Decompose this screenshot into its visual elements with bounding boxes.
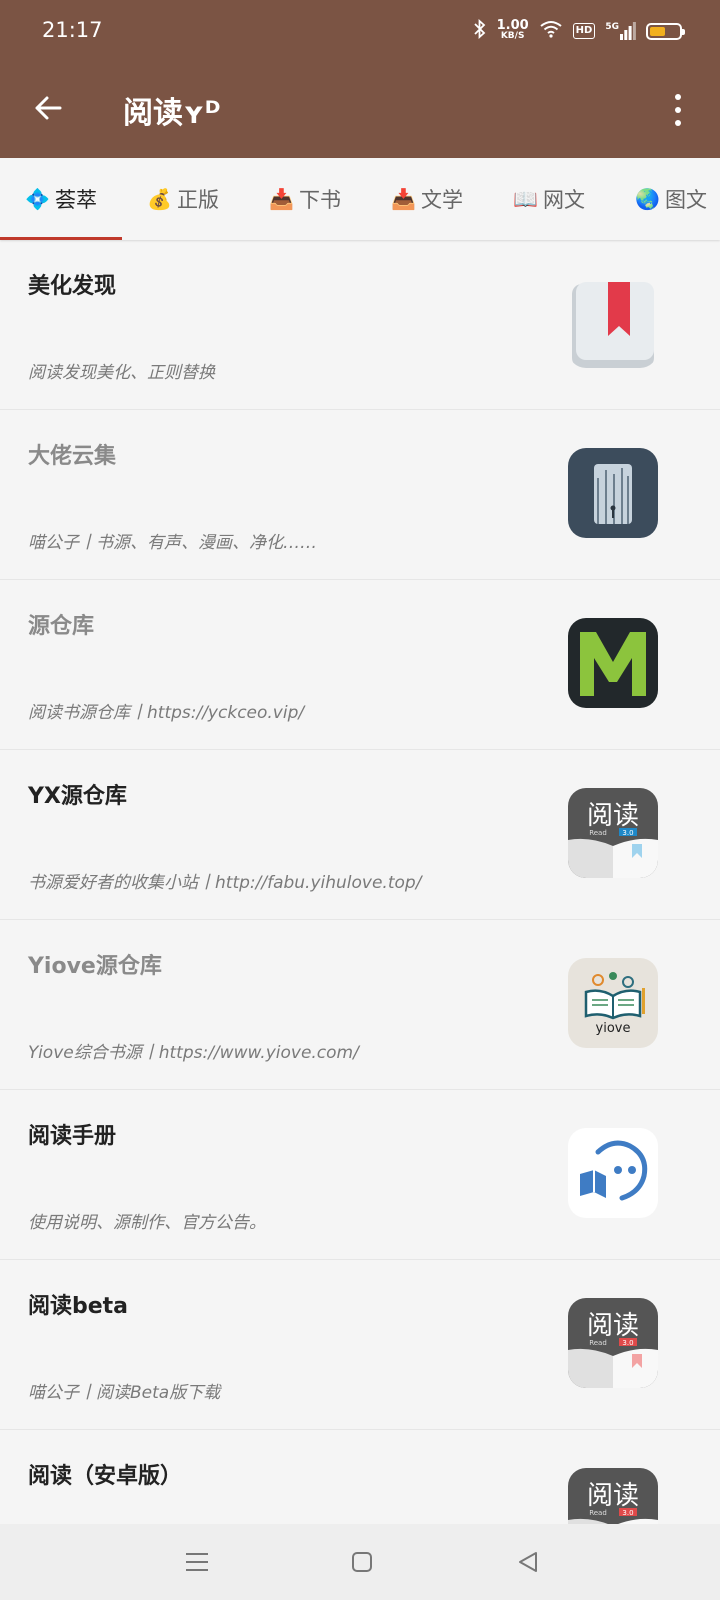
status-bar: 21:17 1.00 KB/S HD 5G <box>0 0 720 62</box>
inbox-tray-icon: 📥 <box>269 187 294 211</box>
bookmark-book-icon <box>568 278 658 368</box>
read-logo-text: 阅读 <box>587 1311 639 1341</box>
read-app-icon: 阅读 Read 3.0 <box>568 788 658 878</box>
read-logo-version: 3.0 <box>622 1339 633 1347</box>
category-tabs: 💠 荟萃 💰 正版 📥 下书 📥 文学 📖 网文 🌏 图文 <box>0 158 720 240</box>
list-item[interactable]: 大佬云集喵公子丨书源、有声、漫画、净化…… <box>0 410 720 580</box>
tab-label: 网文 <box>543 188 585 212</box>
list-item[interactable]: YX源仓库书源爱好者的收集小站丨http://fabu.yihulove.top… <box>0 750 720 920</box>
money-bag-icon: 💰 <box>147 187 172 211</box>
read-logo-sub: Read <box>589 829 607 837</box>
item-title: 阅读（安卓版） <box>28 1464 183 1489</box>
app-bar: 21:17 1.00 KB/S HD 5G 阅读ʏᴰ <box>0 0 720 158</box>
wifi-icon <box>539 20 563 42</box>
inbox-tray-icon: 📥 <box>391 187 416 211</box>
list-item[interactable]: 阅读beta 喵公子丨阅读Beta版下载 阅读 Read 3.0 <box>0 1260 720 1430</box>
read-app-icon: 阅读 Read 3.0 <box>568 1298 658 1388</box>
list-item[interactable]: Yiove源仓库 Yiove综合书源丨https://www.yiove.com/… <box>0 920 720 1090</box>
tab-label: 下书 <box>299 188 341 212</box>
item-title: 阅读手册 <box>28 1124 117 1149</box>
network-speed-unit: KB/S <box>500 31 525 41</box>
tab-label: 图文 <box>665 188 707 212</box>
tab-label: 文学 <box>421 188 463 212</box>
item-description: 喵公子丨阅读Beta版下载 <box>28 1383 221 1403</box>
menu-lines-icon <box>186 1553 208 1571</box>
read-logo-sub: Read <box>589 1509 607 1517</box>
yiove-logo-text: yiove <box>596 1021 631 1036</box>
tab-label: 正版 <box>177 188 219 212</box>
network-speed-value: 1.00 <box>496 18 529 33</box>
network-speed: 1.00 KB/S <box>496 18 529 42</box>
green-m-logo-icon <box>568 618 658 708</box>
bluetooth-icon <box>473 18 487 43</box>
square-icon <box>352 1552 372 1572</box>
more-vert-icon <box>675 93 681 100</box>
title-bar: 阅读ʏᴰ <box>0 62 720 158</box>
battery-icon <box>646 22 685 40</box>
globe-icon: 🌏 <box>635 187 660 211</box>
item-title: YX源仓库 <box>28 784 127 809</box>
hd-badge: HD <box>572 23 596 39</box>
status-time: 21:17 <box>42 18 103 42</box>
page-title: 阅读ʏᴰ <box>123 96 221 131</box>
item-description: 使用说明、源制作、官方公告。 <box>28 1213 266 1233</box>
read-logo-version: 3.0 <box>622 829 633 837</box>
battery-level <box>650 26 665 36</box>
back-button[interactable] <box>28 88 68 128</box>
item-title: 大佬云集 <box>28 444 117 469</box>
tab-1[interactable]: 💰 正版 <box>122 158 244 240</box>
tab-5[interactable]: 🌏 图文 <box>610 158 720 240</box>
item-description: Yiove综合书源丨https://www.yiove.com/ <box>28 1043 359 1063</box>
list-item[interactable]: 阅读手册使用说明、源制作、官方公告。 <box>0 1090 720 1260</box>
yiove-logo-icon: yiove <box>568 958 658 1048</box>
signal-icon: 5G <box>605 22 636 40</box>
chat-book-icon <box>568 1128 658 1218</box>
triangle-back-icon <box>519 1552 537 1572</box>
tab-2[interactable]: 📥 下书 <box>244 158 366 240</box>
item-title: 阅读beta <box>28 1294 129 1319</box>
tab-3[interactable]: 📥 文学 <box>366 158 488 240</box>
more-options-button[interactable] <box>666 90 690 130</box>
back-nav-button[interactable] <box>510 1544 546 1580</box>
list-item[interactable]: 美化发现阅读发现美化、正则替换 <box>0 240 720 410</box>
status-icons: 1.00 KB/S HD 5G <box>473 14 685 48</box>
arrow-left-icon <box>35 96 62 120</box>
item-title: 美化发现 <box>28 274 117 299</box>
item-description: 书源爱好者的收集小站丨http://fabu.yihulove.top/ <box>28 873 422 893</box>
read-logo-version: 3.0 <box>622 1509 633 1517</box>
tab-label: 荟萃 <box>55 188 97 212</box>
read-logo-text: 阅读 <box>587 801 639 831</box>
list-item[interactable]: 源仓库阅读书源仓库丨https://yckceo.vip/ <box>0 580 720 750</box>
item-description: 喵公子丨书源、有声、漫画、净化…… <box>28 533 317 553</box>
read-logo-text: 阅读 <box>587 1481 639 1511</box>
source-list: 美化发现阅读发现美化、正则替换 大佬云集喵公子丨书源、有声、漫画、净化…… 源仓… <box>0 240 720 1600</box>
tab-0[interactable]: 💠 荟萃 <box>0 158 122 240</box>
tab-4[interactable]: 📖 网文 <box>488 158 610 240</box>
read-logo-sub: Read <box>589 1339 607 1347</box>
recents-button[interactable] <box>179 1544 215 1580</box>
network-type-label: 5G <box>605 22 619 32</box>
item-description: 阅读发现美化、正则替换 <box>28 363 215 383</box>
open-book-icon: 📖 <box>513 187 538 211</box>
diamond-icon: 💠 <box>25 187 50 211</box>
item-title: 源仓库 <box>28 614 95 639</box>
forest-photo-icon <box>568 448 658 538</box>
item-title: Yiove源仓库 <box>28 954 162 979</box>
home-button[interactable] <box>344 1544 380 1580</box>
item-description: 阅读书源仓库丨https://yckceo.vip/ <box>28 703 305 723</box>
system-nav-bar <box>0 1524 720 1600</box>
